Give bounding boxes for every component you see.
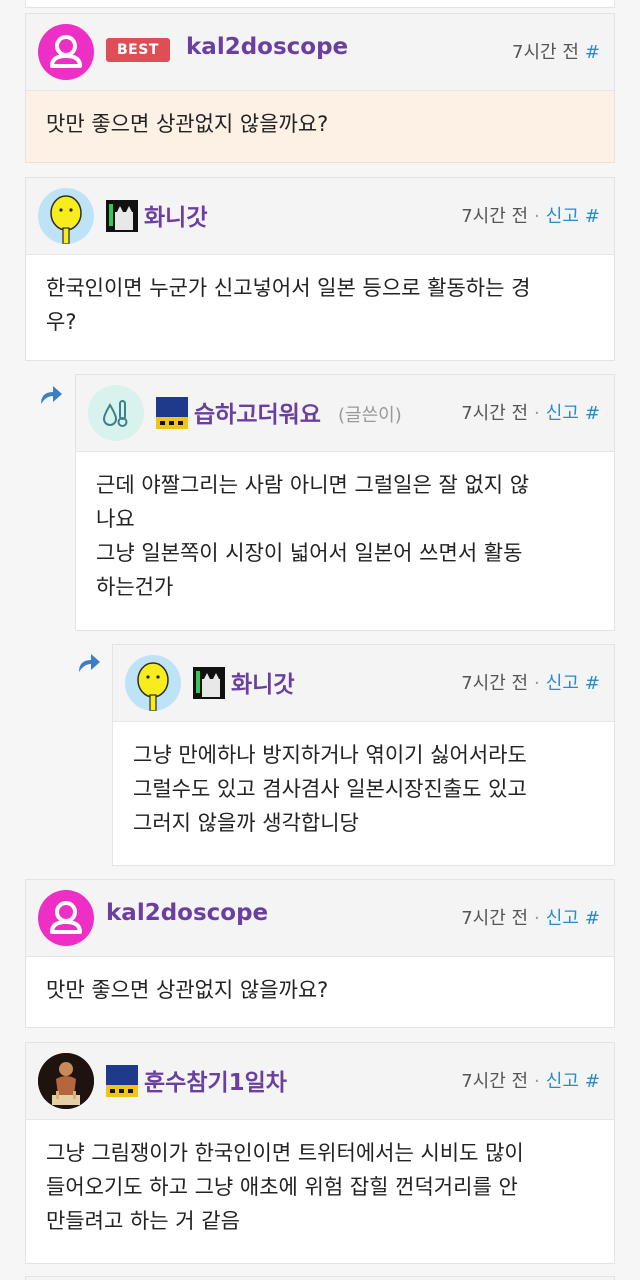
report-link[interactable]: 신고 [546,206,579,227]
level-badge-icon [106,200,138,232]
comment-meta: 7시간 전 · 신고 # [461,908,600,929]
comment-text: 들어오기도 하고 그냥 애초에 위험 잡힐 껀덕거리를 안 [46,1175,518,1199]
comment-header: 습하고더워요 (글쓴이) 7시간 전 · 신고 # [76,375,614,452]
avatar[interactable] [88,385,144,441]
reply-comment: 습하고더워요 (글쓴이) 7시간 전 · 신고 # 근데 야짤그리는 사람 아니면 그… [75,374,615,631]
nickname[interactable]: kal2doscope [106,900,268,926]
report-link[interactable]: 신고 [546,403,579,424]
comment-text: 만들려고 하는 거 같음 [46,1209,240,1233]
comment-body: 근데 야짤그리는 사람 아니면 그럴일은 잘 없지 않 나요 그냥 일본쪽이 시… [76,452,614,630]
comment-text: 우? [46,310,77,334]
reply-arrow-icon [41,386,62,404]
comment-text: 근데 야짤그리는 사람 아니면 그럴일은 잘 없지 않 [96,473,530,497]
reply-arrow-icon [79,654,100,672]
level-badge-icon [193,667,225,699]
timestamp: 7시간 전 [461,206,529,227]
balloon-face-icon [50,195,82,244]
timestamp: 7시간 전 [461,1071,529,1092]
comment-meta: 7시간 전 · 신고 # [461,403,600,424]
previous-comment-edge [25,0,615,8]
comment-best: BEST kal2doscope 7시간 전 # 맛만 좋으면 상관없지 않을까요… [25,13,615,163]
comment-header: 화니갓 7시간 전 · 신고 # [26,178,614,255]
nickname[interactable]: 화니갓 [144,198,207,232]
comment-text: 그냥 일본쪽이 시장이 넓어서 일본어 쓰면서 활동 [96,541,523,565]
reply-comment: 화니갓 7시간 전 · 신고 # 그냥 만에하나 방지하거나 엮이기 싫어서라도 그럴… [112,644,615,866]
timestamp: 7시간 전 [461,908,529,929]
comment-meta: 7시간 전 · 신고 # [461,1071,600,1092]
comment-meta: 7시간 전 · 신고 # [461,206,600,227]
comment-header: 훈수참기1일차 7시간 전 · 신고 # [26,1043,614,1120]
comment-header: 화니갓 7시간 전 · 신고 # [113,645,614,722]
avatar[interactable] [125,655,181,711]
permalink-link[interactable]: # [585,206,600,227]
level-badge-icon [156,397,188,429]
nickname[interactable]: 습하고더워요 [194,395,321,429]
comment-text: 그러지 않을까 생각합니당 [133,811,359,835]
next-comment-edge [25,1276,615,1280]
comment-meta: 7시간 전 · 신고 # [461,673,600,694]
water-drop-icon [102,400,128,427]
permalink-link[interactable]: # [585,403,600,424]
comment-body: 맛만 좋으면 상관없지 않을까요? [26,957,614,1027]
comment-header: BEST kal2doscope 7시간 전 # [26,14,614,91]
comment-meta: 7시간 전 # [512,38,600,64]
avatar[interactable] [38,890,94,946]
report-link[interactable]: 신고 [546,908,579,929]
comment-text: 한국인이면 누군가 신고넣어서 일본 등으로 활동하는 경 [46,276,531,300]
level-badge-icon [106,1065,138,1097]
avatar[interactable] [38,24,94,80]
nickname[interactable]: kal2doscope [186,34,348,60]
permalink-link[interactable]: # [585,673,600,694]
avatar[interactable] [38,1053,94,1109]
comment-header: kal2doscope 7시간 전 · 신고 # [26,880,614,957]
comment-text: 그럴수도 있고 겸사겸사 일본시장진출도 있고 [133,777,527,801]
user-icon [50,901,82,934]
nickname[interactable]: 화니갓 [231,665,294,699]
comment-text: 맛만 좋으면 상관없지 않을까요? [46,112,329,136]
comment: 화니갓 7시간 전 · 신고 # 한국인이면 누군가 신고넣어서 일본 등으로 활동하… [25,177,615,361]
comment-text: 하는건가 [96,575,174,599]
timestamp: 7시간 전 [461,403,529,424]
report-link[interactable]: 신고 [546,673,579,694]
permalink-link[interactable]: # [585,42,600,63]
user-icon [50,35,82,68]
timestamp: 7시간 전 [512,42,579,63]
comment-body: 그냥 그림쟁이가 한국인이면 트위터에서는 시비도 많이 들어오기도 하고 그냥… [26,1120,614,1263]
figure-photo-icon [38,1053,94,1109]
balloon-face-icon [137,662,169,711]
avatar[interactable] [38,188,94,244]
comment-body: 한국인이면 누군가 신고넣어서 일본 등으로 활동하는 경 우? [26,255,614,360]
permalink-link[interactable]: # [585,1071,600,1092]
best-badge: BEST [106,38,170,62]
comment: kal2doscope 7시간 전 · 신고 # 맛만 좋으면 상관없지 않을까요? [25,879,615,1028]
nickname[interactable]: 훈수참기1일차 [144,1063,287,1097]
comment-text: 그냥 그림쟁이가 한국인이면 트위터에서는 시비도 많이 [46,1141,524,1165]
permalink-link[interactable]: # [585,908,600,929]
comment-body: 맛만 좋으면 상관없지 않을까요? [26,91,614,162]
comment: 훈수참기1일차 7시간 전 · 신고 # 그냥 그림쟁이가 한국인이면 트위터에서는 … [25,1042,615,1264]
report-link[interactable]: 신고 [546,1071,579,1092]
timestamp: 7시간 전 [461,673,529,694]
comment-body: 그냥 만에하나 방지하거나 엮이기 싫어서라도 그럴수도 있고 겸사겸사 일본시… [113,722,614,865]
comment-text: 그냥 만에하나 방지하거나 엮이기 싫어서라도 [133,743,527,767]
comment-text: 나요 [96,507,135,531]
writer-tag: (글쓴이) [338,405,402,426]
comment-text: 맛만 좋으면 상관없지 않을까요? [46,978,329,1002]
